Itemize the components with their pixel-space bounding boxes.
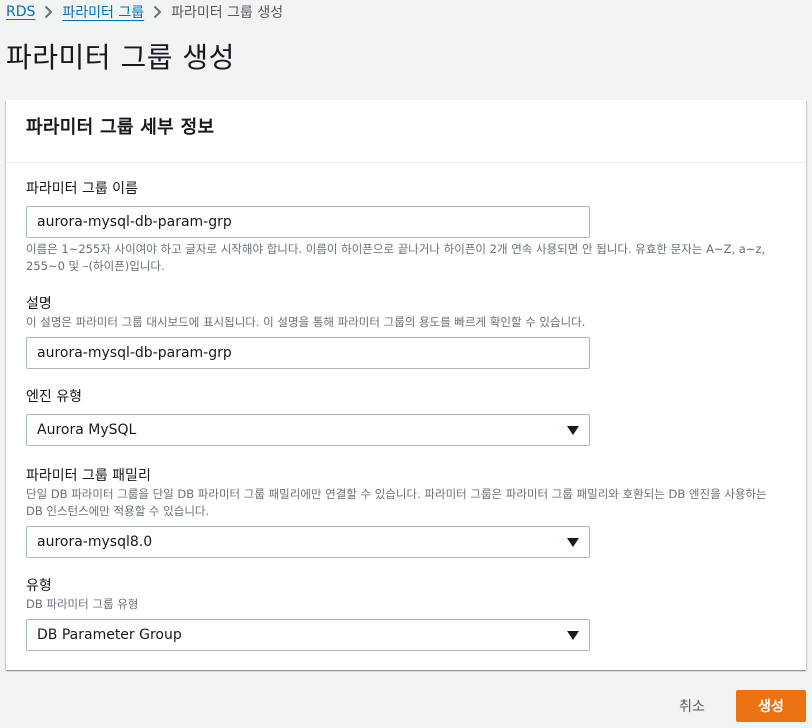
field-type: 유형 DB 파라미터 그룹 유형 DB Parameter Group bbox=[26, 576, 786, 651]
panel-header: 파라미터 그룹 세부 정보 bbox=[6, 100, 806, 163]
field-name: 파라미터 그룹 이름 aurora-mysql-db-param-grp 이름은… bbox=[26, 179, 786, 275]
name-label: 파라미터 그룹 이름 bbox=[26, 181, 138, 197]
page-title: 파라미터 그룹 생성 bbox=[6, 41, 235, 74]
panel-title: 파라미터 그룹 세부 정보 bbox=[26, 117, 215, 138]
description-label: 설명 bbox=[26, 296, 52, 312]
engine-type-label: 엔진 유형 bbox=[26, 389, 82, 405]
type-label: 유형 bbox=[26, 578, 52, 594]
type-value: DB Parameter Group bbox=[37, 627, 182, 643]
name-input[interactable]: aurora-mysql-db-param-grp bbox=[26, 206, 590, 238]
family-hint: 단일 DB 파라미터 그룹을 단일 DB 파라미터 그룹 패밀리에만 연결할 수… bbox=[26, 487, 767, 518]
create-button[interactable]: 생성 bbox=[736, 690, 806, 722]
family-label: 파라미터 그룹 패밀리 bbox=[26, 468, 151, 484]
breadcrumb-link-rds[interactable]: RDS bbox=[6, 4, 35, 20]
caret-down-icon bbox=[567, 426, 579, 435]
field-family: 파라미터 그룹 패밀리 단일 DB 파라미터 그룹을 단일 DB 파라미터 그룹… bbox=[26, 466, 786, 558]
chevron-right-icon bbox=[44, 5, 53, 19]
family-select[interactable]: aurora-mysql8.0 bbox=[26, 526, 590, 558]
breadcrumb-current: 파라미터 그룹 생성 bbox=[171, 5, 284, 21]
description-hint: 이 설명은 파라미터 그룹 대시보드에 표시됩니다. 이 설명을 통해 파라미터… bbox=[26, 315, 586, 329]
description-input[interactable]: aurora-mysql-db-param-grp bbox=[26, 337, 590, 369]
type-hint: DB 파라미터 그룹 유형 bbox=[26, 597, 139, 611]
chevron-right-icon bbox=[153, 5, 162, 19]
field-engine-type: 엔진 유형 Aurora MySQL bbox=[26, 387, 786, 446]
engine-type-select[interactable]: Aurora MySQL bbox=[26, 414, 590, 446]
caret-down-icon bbox=[567, 538, 579, 547]
field-description: 설명 이 설명은 파라미터 그룹 대시보드에 표시됩니다. 이 설명을 통해 파… bbox=[26, 294, 786, 369]
breadcrumb-link-parameter-groups[interactable]: 파라미터 그룹 bbox=[62, 2, 144, 22]
engine-type-value: Aurora MySQL bbox=[37, 422, 137, 438]
caret-down-icon bbox=[567, 631, 579, 640]
family-value: aurora-mysql8.0 bbox=[37, 534, 153, 550]
name-hint: 이름은 1~255자 사이여야 하고 글자로 시작해야 합니다. 이름이 하이픈… bbox=[26, 242, 766, 273]
cancel-button[interactable]: 취소 bbox=[662, 690, 722, 722]
parameter-group-details-panel: 파라미터 그룹 세부 정보 파라미터 그룹 이름 aurora-mysql-db… bbox=[6, 100, 806, 670]
type-select[interactable]: DB Parameter Group bbox=[26, 619, 590, 651]
breadcrumb: RDS 파라미터 그룹 파라미터 그룹 생성 bbox=[6, 2, 283, 22]
